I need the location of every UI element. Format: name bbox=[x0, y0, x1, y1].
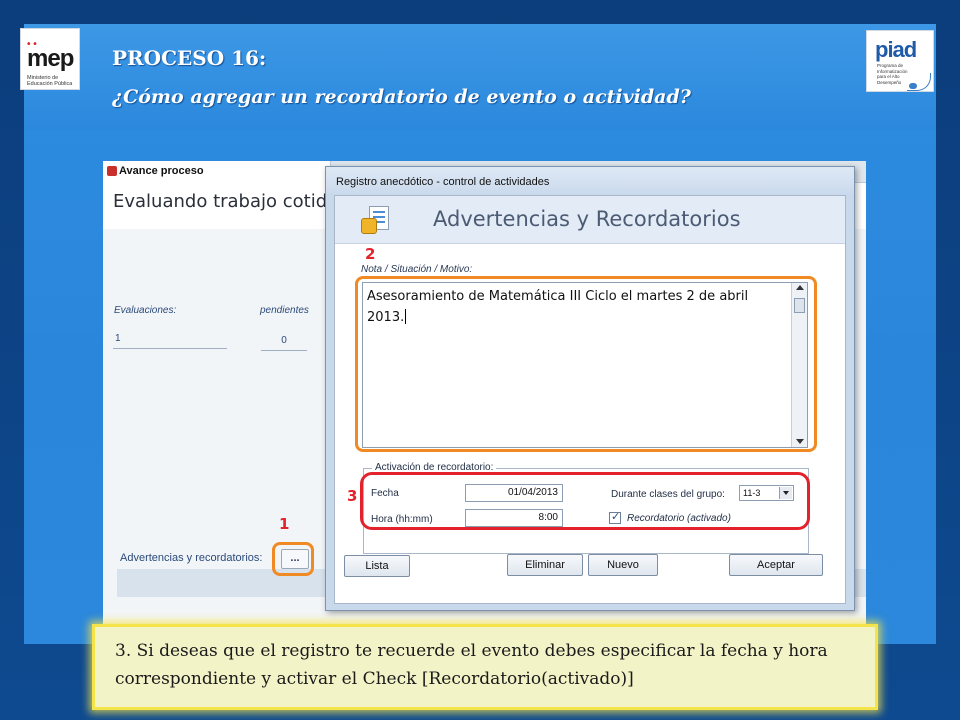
piad-logo: piad Programa de Informatización para el… bbox=[866, 30, 934, 92]
header-band bbox=[24, 24, 936, 130]
mep-logo-text: mep bbox=[27, 45, 74, 72]
highlight-dots-button bbox=[272, 542, 314, 576]
dialog-header-title: Advertencias y Recordatorios bbox=[433, 207, 741, 231]
tab-label: Avance proceso bbox=[119, 165, 204, 177]
step-number-3: 3 bbox=[347, 487, 358, 505]
step-number-2: 2 bbox=[365, 245, 376, 263]
dialog-header: Advertencias y Recordatorios bbox=[335, 196, 845, 244]
advertencias-label: Advertencias y recordatorios: bbox=[120, 552, 263, 564]
highlight-recordatorio-group bbox=[360, 472, 810, 530]
nuevo-button[interactable]: Nuevo bbox=[588, 554, 658, 576]
slide-title: PROCESO 16: bbox=[112, 46, 267, 70]
slide-subtitle: ¿Cómo agregar un recordatorio de evento … bbox=[112, 86, 691, 108]
pendientes-label: pendientes bbox=[260, 305, 309, 316]
dialog-titlebar[interactable]: Registro anecdótico - control de activid… bbox=[326, 167, 854, 195]
piad-logo-text: piad bbox=[875, 37, 917, 62]
aceptar-button[interactable]: Aceptar bbox=[729, 554, 823, 576]
eliminar-button[interactable]: Eliminar bbox=[507, 554, 583, 576]
instruction-callout: 3. Si deseas que el registro te recuerde… bbox=[92, 624, 878, 710]
mep-logo-subtext: Ministerio de Educación Pública bbox=[27, 75, 73, 87]
lista-button[interactable]: Lista bbox=[344, 555, 410, 577]
tab-avance-proceso[interactable]: Avance proceso bbox=[103, 161, 331, 183]
reminder-icon bbox=[361, 206, 395, 236]
app-icon bbox=[107, 166, 117, 176]
mep-logo: • • mep Ministerio de Educación Pública bbox=[20, 28, 80, 90]
evaluaciones-label: Evaluaciones: bbox=[114, 305, 177, 316]
instruction-text: 3. Si deseas que el registro te recuerde… bbox=[115, 641, 828, 689]
step-number-1: 1 bbox=[279, 515, 290, 533]
nota-label: Nota / Situación / Motivo: bbox=[361, 264, 473, 275]
highlight-nota-area bbox=[355, 276, 817, 452]
pendientes-value: 0 bbox=[261, 335, 307, 351]
dialog-title: Registro anecdótico - control de activid… bbox=[336, 176, 550, 188]
evaluaciones-value: 1 bbox=[113, 333, 227, 349]
